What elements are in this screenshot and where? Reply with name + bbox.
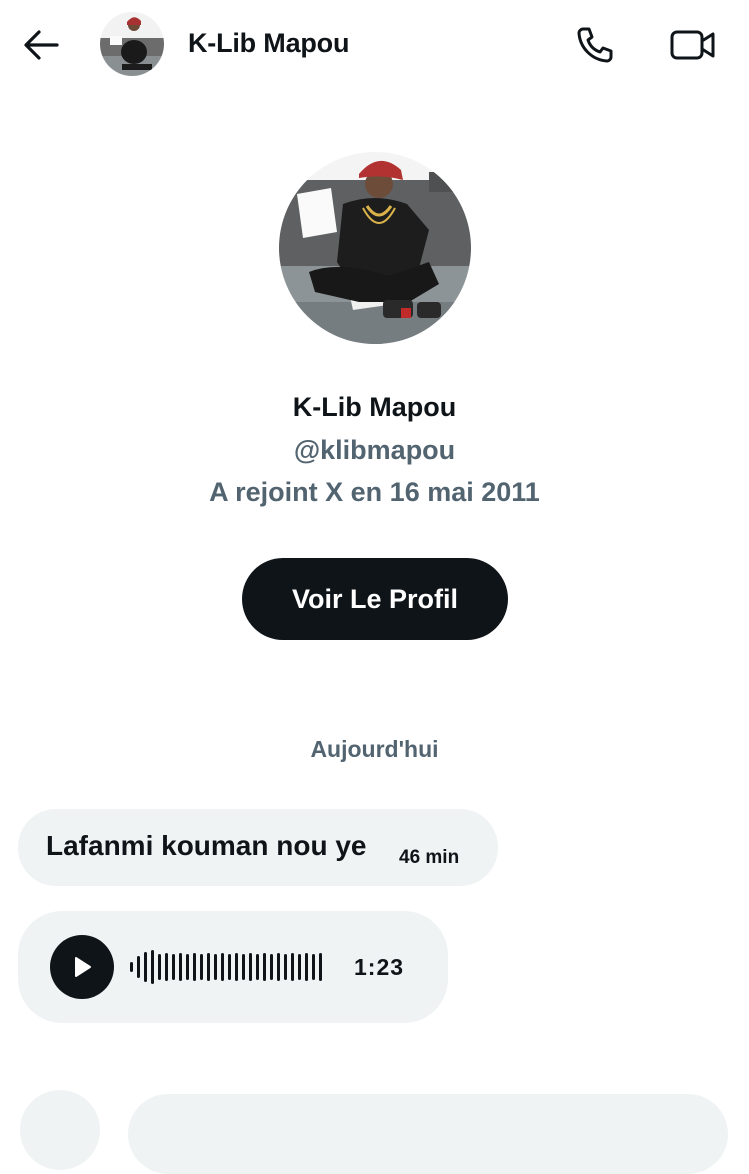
waveform-bar: [130, 962, 133, 972]
waveform-bar: [298, 954, 301, 980]
waveform-bar: [228, 954, 231, 980]
message-input[interactable]: [128, 1094, 728, 1174]
waveform-bar: [263, 953, 266, 981]
header-avatar[interactable]: [100, 12, 164, 76]
video-call-button[interactable]: [668, 22, 718, 68]
back-button[interactable]: [20, 24, 62, 66]
waveform-bar: [165, 953, 168, 981]
waveform-bar: [291, 953, 294, 981]
waveform-bar: [137, 956, 140, 978]
waveform-bar: [221, 953, 224, 981]
profile-name: K-Lib Mapou: [292, 392, 457, 422]
compose-media-button[interactable]: [20, 1090, 100, 1170]
waveform-bar: [193, 953, 196, 981]
waveform-bar: [158, 954, 161, 980]
arrow-left-icon: [24, 30, 59, 60]
audio-waveform[interactable]: [130, 949, 330, 985]
play-button[interactable]: [50, 935, 114, 999]
waveform-bar: [256, 954, 259, 980]
voice-duration: 1:23: [354, 954, 405, 980]
header-contact-name[interactable]: K-Lib Mapou: [188, 28, 349, 59]
waveform-bar: [151, 950, 154, 984]
profile-handle: @klibmapou: [293, 435, 456, 465]
waveform-bar: [312, 954, 315, 980]
waveform-bar: [235, 953, 238, 981]
waveform-bar: [207, 953, 210, 981]
message-timestamp: 46 min: [399, 847, 460, 868]
waveform-bar: [214, 954, 217, 980]
waveform-bar: [179, 953, 182, 981]
waveform-bar: [186, 954, 189, 980]
waveform-bar: [284, 954, 287, 980]
conversation-header: K-Lib Mapou: [0, 0, 749, 90]
voice-message-bubble: 1:23: [18, 911, 448, 1023]
profile-avatar[interactable]: [279, 152, 471, 344]
message-bubble[interactable]: Lafanmi kouman nou ye 46 min: [18, 809, 498, 886]
waveform-bar: [277, 953, 280, 981]
view-profile-button[interactable]: Voir Le Profil: [242, 558, 508, 640]
waveform-bar: [242, 954, 245, 980]
waveform-bar: [305, 953, 308, 981]
waveform-bar: [144, 952, 147, 982]
call-button[interactable]: [572, 22, 618, 68]
waveform-bar: [172, 954, 175, 980]
waveform-bar: [200, 954, 203, 980]
waveform-bar: [319, 953, 322, 981]
waveform-bar: [249, 953, 252, 981]
waveform-bar: [270, 954, 273, 980]
message-text: Lafanmi kouman nou ye: [46, 830, 367, 861]
date-divider: Aujourd'hui: [310, 736, 439, 762]
video-camera-icon: [670, 30, 715, 60]
play-icon: [75, 957, 91, 977]
phone-icon: [577, 27, 613, 63]
profile-joined-date: A rejoint X en 16 mai 2011: [209, 477, 540, 507]
